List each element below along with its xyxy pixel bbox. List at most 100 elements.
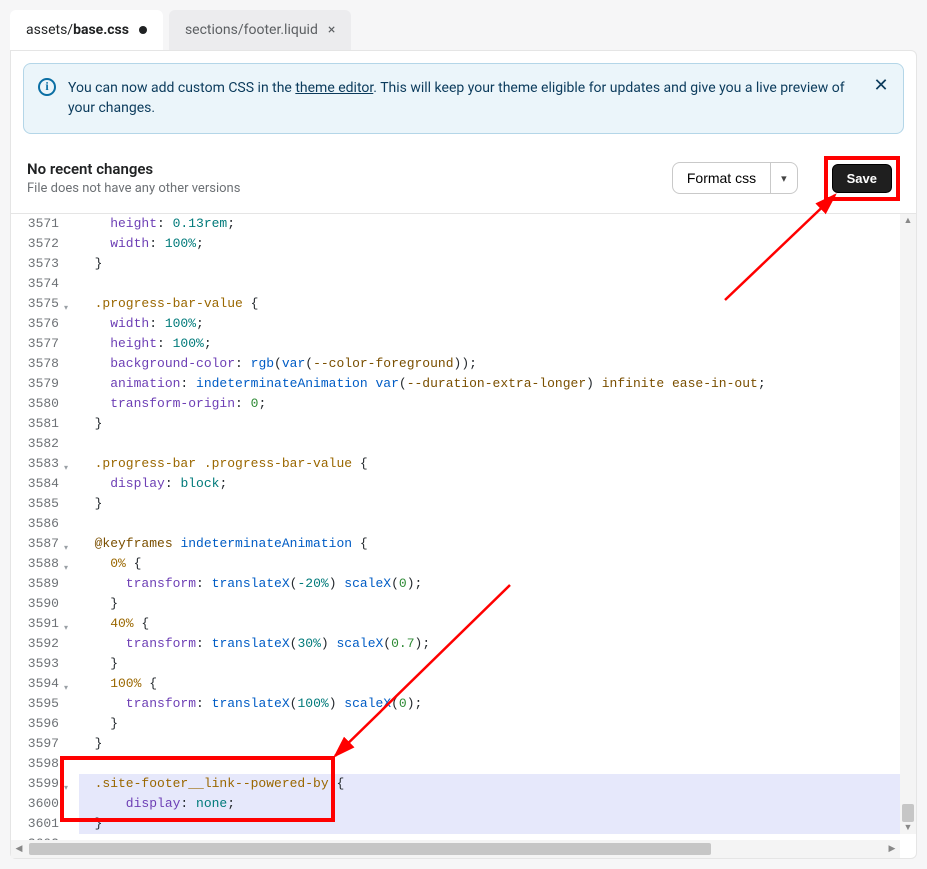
code-line[interactable]: height: 0.13rem; bbox=[79, 214, 916, 234]
fold-icon[interactable]: ▾ bbox=[64, 619, 68, 639]
line-number: 3583▾ bbox=[11, 454, 59, 474]
horizontal-scrollbar[interactable]: ◀ ▶ bbox=[11, 840, 900, 858]
vertical-scrollbar[interactable]: ▲ ▼ bbox=[900, 214, 916, 834]
code-line[interactable]: } bbox=[79, 594, 916, 614]
code-line[interactable] bbox=[79, 434, 916, 454]
line-number: 3577 bbox=[11, 334, 59, 354]
info-banner: i You can now add custom CSS in the them… bbox=[23, 63, 904, 134]
tabs-bar: assets/base.css sections/footer.liquid × bbox=[10, 10, 917, 50]
code-line[interactable]: transform-origin: 0; bbox=[79, 394, 916, 414]
code-line[interactable]: } bbox=[79, 494, 916, 514]
version-subtitle: File does not have any other versions bbox=[27, 181, 240, 196]
code-line[interactable]: transform: translateX(100%) scaleX(0); bbox=[79, 694, 916, 714]
code-line[interactable]: @keyframes indeterminateAnimation { bbox=[79, 534, 916, 554]
toolbar: No recent changes File does not have any… bbox=[11, 144, 916, 214]
scroll-right-icon[interactable]: ▶ bbox=[884, 840, 900, 858]
line-number: 3586 bbox=[11, 514, 59, 534]
line-number: 3599▾ bbox=[11, 774, 59, 794]
line-number: 3582 bbox=[11, 434, 59, 454]
code-line[interactable]: 100% { bbox=[79, 674, 916, 694]
code-line[interactable]: 0% { bbox=[79, 554, 916, 574]
fold-icon[interactable]: ▾ bbox=[64, 679, 68, 699]
tab-footer-liquid[interactable]: sections/footer.liquid × bbox=[169, 10, 351, 50]
code-line[interactable]: } bbox=[79, 814, 916, 834]
save-highlight-annotation: Save bbox=[824, 156, 900, 201]
code-area[interactable]: height: 0.13rem; width: 100%; } .progres… bbox=[65, 214, 916, 858]
line-number: 3580 bbox=[11, 394, 59, 414]
code-line[interactable]: } bbox=[79, 254, 916, 274]
line-number: 3587▾ bbox=[11, 534, 59, 554]
code-line[interactable]: } bbox=[79, 654, 916, 674]
app-root: assets/base.css sections/footer.liquid ×… bbox=[0, 0, 927, 869]
code-line[interactable]: background-color: rgb(var(--color-foregr… bbox=[79, 354, 916, 374]
line-gutter: 35713572357335743575▾3576357735783579358… bbox=[11, 214, 65, 858]
fold-icon[interactable]: ▾ bbox=[64, 559, 68, 579]
code-line[interactable]: 40% { bbox=[79, 614, 916, 634]
line-number: 3601 bbox=[11, 814, 59, 834]
line-number: 3594▾ bbox=[11, 674, 59, 694]
code-editor[interactable]: 35713572357335743575▾3576357735783579358… bbox=[11, 214, 916, 858]
code-line[interactable]: .site-footer__link--powered-by { bbox=[79, 774, 916, 794]
code-line[interactable]: .progress-bar-value { bbox=[79, 294, 916, 314]
code-line[interactable]: display: block; bbox=[79, 474, 916, 494]
tab-base-css[interactable]: assets/base.css bbox=[10, 10, 163, 50]
fold-icon[interactable]: ▾ bbox=[64, 779, 68, 799]
save-button[interactable]: Save bbox=[832, 164, 892, 193]
tab-label: assets/base.css bbox=[26, 22, 129, 38]
line-number: 3585 bbox=[11, 494, 59, 514]
dirty-dot-icon bbox=[139, 26, 147, 34]
line-number: 3592 bbox=[11, 634, 59, 654]
line-number: 3572 bbox=[11, 234, 59, 254]
line-number: 3584 bbox=[11, 474, 59, 494]
fold-icon[interactable]: ▾ bbox=[64, 459, 68, 479]
code-line[interactable]: height: 100%; bbox=[79, 334, 916, 354]
close-banner-button[interactable]: ✕ bbox=[871, 76, 891, 96]
format-css-button[interactable]: Format css bbox=[672, 162, 771, 194]
format-button-group: Format css ▾ bbox=[672, 162, 798, 194]
theme-editor-link[interactable]: theme editor bbox=[295, 80, 373, 96]
code-line[interactable]: transform: translateX(-20%) scaleX(0); bbox=[79, 574, 916, 594]
fold-icon[interactable]: ▾ bbox=[64, 299, 68, 319]
line-number: 3593 bbox=[11, 654, 59, 674]
info-icon: i bbox=[38, 78, 56, 96]
scroll-down-icon[interactable]: ▼ bbox=[900, 822, 916, 833]
line-number: 3588▾ bbox=[11, 554, 59, 574]
chevron-down-icon: ▾ bbox=[781, 173, 787, 185]
line-number: 3591▾ bbox=[11, 614, 59, 634]
line-number: 3574 bbox=[11, 274, 59, 294]
code-line[interactable]: width: 100%; bbox=[79, 234, 916, 254]
code-line[interactable]: animation: indeterminateAnimation var(--… bbox=[79, 374, 916, 394]
scroll-up-icon[interactable]: ▲ bbox=[900, 215, 916, 226]
line-number: 3595 bbox=[11, 694, 59, 714]
close-icon[interactable]: × bbox=[328, 22, 335, 38]
line-number: 3600 bbox=[11, 794, 59, 814]
line-number: 3597 bbox=[11, 734, 59, 754]
code-line[interactable]: .progress-bar .progress-bar-value { bbox=[79, 454, 916, 474]
code-line[interactable]: display: none; bbox=[79, 794, 916, 814]
format-dropdown-button[interactable]: ▾ bbox=[771, 162, 798, 194]
line-number: 3596 bbox=[11, 714, 59, 734]
scroll-left-icon[interactable]: ◀ bbox=[11, 840, 27, 858]
line-number: 3589 bbox=[11, 574, 59, 594]
code-line[interactable]: width: 100%; bbox=[79, 314, 916, 334]
line-number: 3571 bbox=[11, 214, 59, 234]
code-line[interactable]: } bbox=[79, 714, 916, 734]
line-number: 3598 bbox=[11, 754, 59, 774]
code-line[interactable]: } bbox=[79, 414, 916, 434]
code-line[interactable] bbox=[79, 514, 916, 534]
editor-wrap: 35713572357335743575▾3576357735783579358… bbox=[11, 214, 916, 858]
code-line[interactable] bbox=[79, 754, 916, 774]
line-number: 3575▾ bbox=[11, 294, 59, 314]
code-line[interactable]: } bbox=[79, 734, 916, 754]
version-title: No recent changes bbox=[27, 160, 240, 178]
line-number: 3573 bbox=[11, 254, 59, 274]
horizontal-scroll-thumb[interactable] bbox=[29, 843, 711, 855]
banner-text: You can now add custom CSS in the theme … bbox=[68, 80, 845, 116]
fold-icon[interactable]: ▾ bbox=[64, 539, 68, 559]
tab-label: sections/footer.liquid bbox=[185, 22, 318, 38]
code-line[interactable] bbox=[79, 274, 916, 294]
line-number: 3581 bbox=[11, 414, 59, 434]
vertical-scroll-thumb[interactable] bbox=[902, 804, 914, 822]
code-line[interactable]: transform: translateX(30%) scaleX(0.7); bbox=[79, 634, 916, 654]
line-number: 3578 bbox=[11, 354, 59, 374]
